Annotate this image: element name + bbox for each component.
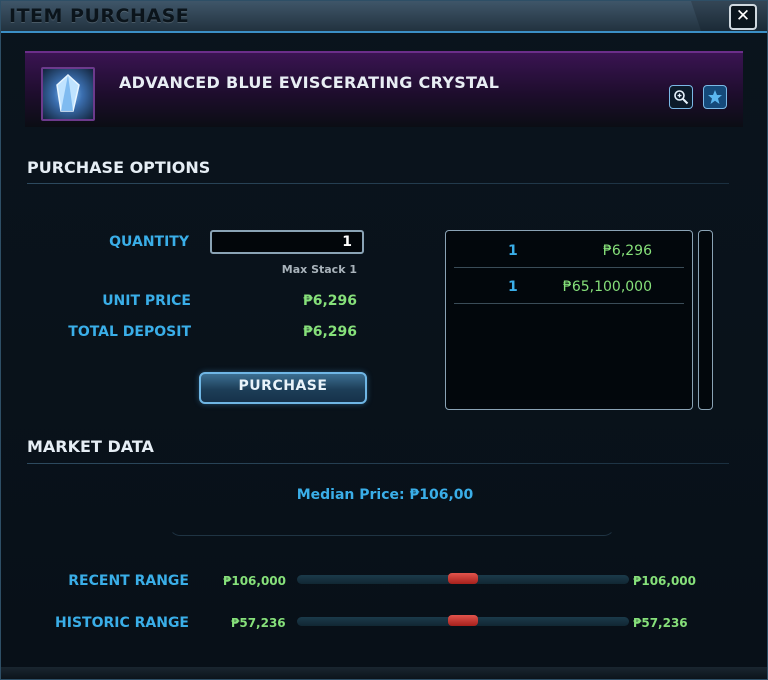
total-deposit-label: TOTAL DEPOSIT bbox=[68, 324, 191, 340]
median-price: Median Price: ₱106,00 bbox=[1, 487, 768, 503]
market-divider bbox=[169, 525, 615, 536]
listings-panel: 1 ₱6,296 1 ₱65,100,000 bbox=[445, 230, 693, 410]
close-button[interactable]: ✕ bbox=[729, 4, 757, 30]
purchase-button[interactable]: PURCHASE bbox=[199, 372, 367, 404]
magnifier-icon bbox=[674, 90, 689, 105]
median-price-label: Median Price: bbox=[296, 487, 405, 503]
market-data-heading: MARKET DATA bbox=[27, 437, 154, 456]
unit-price-label: UNIT PRICE bbox=[102, 293, 191, 309]
listing-quantity: 1 bbox=[508, 243, 518, 259]
listings-scrollbar[interactable] bbox=[698, 230, 713, 410]
favorite-button[interactable] bbox=[703, 85, 727, 109]
close-icon: ✕ bbox=[735, 6, 751, 26]
title-bar[interactable]: ITEM PURCHASE ✕ bbox=[1, 1, 767, 31]
listing-row[interactable]: 1 ₱6,296 bbox=[454, 233, 684, 268]
recent-range-bar bbox=[297, 573, 629, 584]
recent-range-label: RECENT RANGE bbox=[68, 573, 189, 589]
bottom-strip bbox=[1, 667, 767, 679]
listing-row[interactable]: 1 ₱65,100,000 bbox=[454, 269, 684, 304]
title-divider bbox=[1, 31, 767, 33]
item-purchase-window: ITEM PURCHASE ✕ ADVANCED BLUE EVISCERATI… bbox=[0, 0, 768, 680]
listing-price: ₱65,100,000 bbox=[562, 279, 652, 295]
purchase-options-heading: PURCHASE OPTIONS bbox=[27, 158, 211, 177]
quantity-input[interactable] bbox=[210, 230, 364, 254]
window-title: ITEM PURCHASE bbox=[9, 5, 190, 27]
quantity-label: QUANTITY bbox=[109, 234, 189, 250]
recent-range-high: ₱106,000 bbox=[633, 574, 697, 588]
unit-price-value: ₱6,296 bbox=[302, 293, 357, 309]
median-price-value: ₱106,00 bbox=[409, 487, 474, 503]
crystal-icon[interactable] bbox=[41, 67, 95, 121]
historic-range-marker bbox=[448, 615, 478, 626]
recent-range-low: ₱106,000 bbox=[223, 574, 287, 588]
historic-range-high: ₱57,236 bbox=[633, 616, 688, 630]
market-data-divider bbox=[27, 463, 729, 464]
item-name: ADVANCED BLUE EVISCERATING CRYSTAL bbox=[119, 73, 500, 92]
total-deposit-value: ₱6,296 bbox=[302, 324, 357, 340]
inspect-button[interactable] bbox=[669, 85, 693, 109]
max-stack-note: Max Stack 1 bbox=[281, 263, 357, 276]
purchase-options-divider bbox=[27, 183, 729, 184]
historic-range-label: HISTORIC RANGE bbox=[55, 615, 189, 631]
item-header: ADVANCED BLUE EVISCERATING CRYSTAL bbox=[25, 51, 743, 127]
historic-range-low: ₱57,236 bbox=[231, 616, 286, 630]
recent-range-marker bbox=[448, 573, 478, 584]
listing-quantity: 1 bbox=[508, 279, 518, 295]
historic-range-bar bbox=[297, 615, 629, 626]
star-icon bbox=[708, 90, 722, 104]
listing-price: ₱6,296 bbox=[603, 243, 652, 259]
